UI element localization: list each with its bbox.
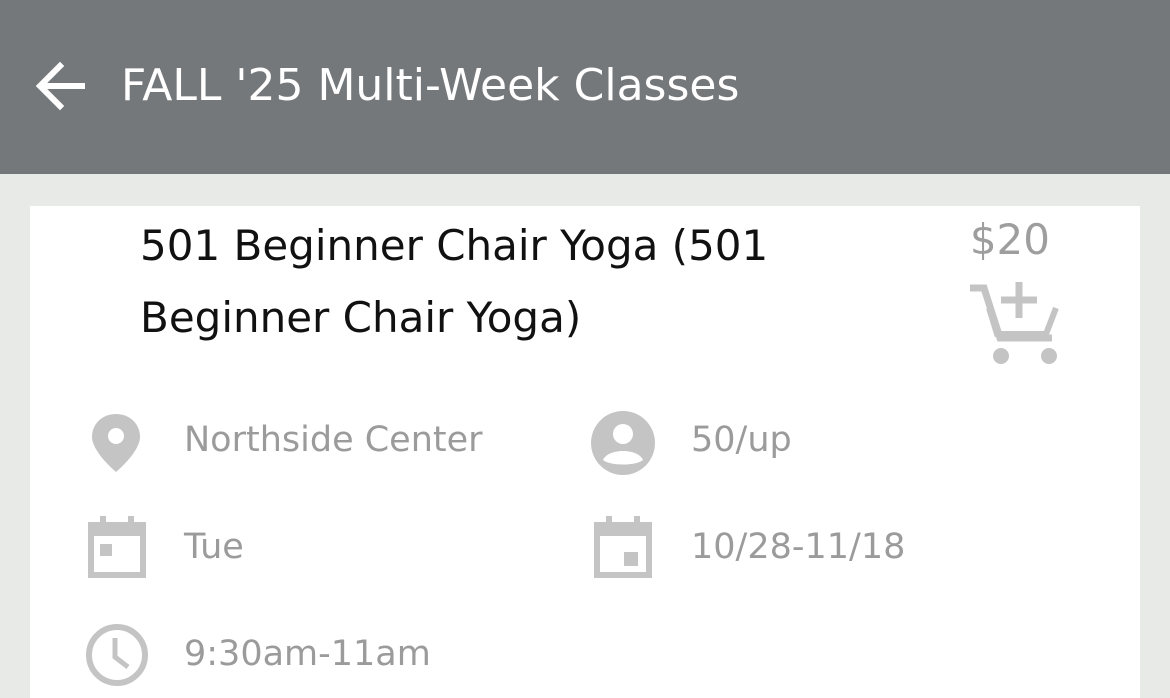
class-price: $20 bbox=[969, 215, 1050, 264]
location-pin-icon bbox=[92, 414, 140, 472]
back-button[interactable] bbox=[34, 60, 86, 112]
class-card[interactable]: 501 Beginner Chair Yoga (501 Beginner Ch… bbox=[30, 206, 1140, 698]
page-title: FALL '25 Multi-Week Classes bbox=[121, 60, 740, 111]
add-shopping-cart-icon bbox=[970, 282, 1059, 364]
add-to-cart-button[interactable] bbox=[970, 278, 1062, 370]
app-bar: FALL '25 Multi-Week Classes bbox=[0, 0, 1170, 174]
clock-icon bbox=[86, 624, 148, 686]
time-text: 9:30am-11am bbox=[184, 634, 431, 674]
age-text: 50/up bbox=[691, 420, 792, 460]
arrow-left-icon bbox=[35, 61, 85, 111]
account-circle-icon bbox=[591, 411, 655, 475]
calendar-today-icon bbox=[88, 516, 146, 578]
day-text: Tue bbox=[184, 527, 244, 567]
dates-text: 10/28-11/18 bbox=[691, 527, 906, 567]
location-text: Northside Center bbox=[184, 420, 483, 460]
class-title: 501 Beginner Chair Yoga (501 Beginner Ch… bbox=[140, 221, 769, 342]
event-calendar-icon bbox=[594, 516, 652, 578]
